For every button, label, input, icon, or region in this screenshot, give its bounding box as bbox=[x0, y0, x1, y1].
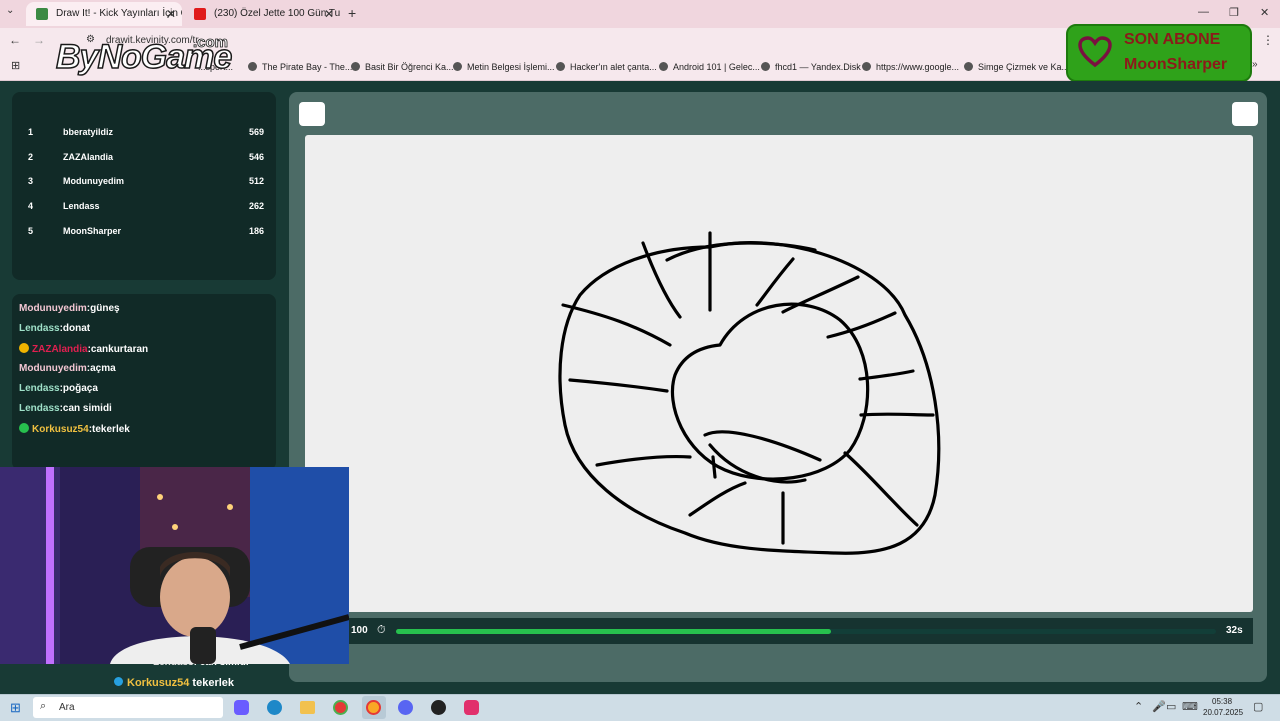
chrome-active-icon[interactable] bbox=[366, 700, 381, 715]
bookmark-item[interactable]: Simge Çizmek ve Ka... bbox=[964, 58, 1069, 76]
search-placeholder: Ara bbox=[59, 702, 75, 713]
close-icon[interactable]: ✕ bbox=[166, 2, 176, 26]
keyboard-icon[interactable]: ⌨ bbox=[1182, 700, 1198, 713]
bookmark-item[interactable]: Basit Bir Öğrenci Ka... bbox=[351, 58, 454, 76]
tab-title: (230) Özel Jette 100 Gün Tutsak... bbox=[214, 8, 340, 19]
badge-icon bbox=[114, 677, 123, 686]
right-tool-button[interactable] bbox=[1232, 102, 1258, 126]
search-icon: ⌕ bbox=[40, 700, 47, 712]
leaderboard-row: 1 bberatyildiz 569 bbox=[28, 127, 264, 137]
chat-message: Modunuyedim:güneş bbox=[19, 303, 120, 314]
badge-icon bbox=[19, 343, 29, 353]
forward-icon[interactable]: → bbox=[33, 33, 45, 47]
taskbar-search-box[interactable]: ⌕ Ara bbox=[33, 697, 223, 718]
apps-icon[interactable]: ⊞ bbox=[11, 59, 20, 72]
leaderboard-row: 2 ZAZAlandia 546 bbox=[28, 152, 264, 162]
bookmark-item[interactable]: https://www.google... bbox=[862, 58, 959, 76]
bookmark-item[interactable]: fhcd1 — Yandex.Disk bbox=[761, 58, 861, 76]
abone-name: MoonSharper bbox=[1124, 56, 1228, 73]
bookmark-item[interactable]: Metin Belgesi İşlemi... bbox=[453, 58, 555, 76]
drawing-canvas[interactable] bbox=[305, 135, 1253, 612]
webcam-feed bbox=[0, 467, 349, 664]
logo-domain: .com bbox=[193, 34, 229, 52]
minimize-icon[interactable]: — bbox=[1198, 6, 1209, 18]
windows-start-icon[interactable]: ⊞ bbox=[10, 700, 21, 716]
tray-chevron-icon[interactable]: ⌃ bbox=[1134, 700, 1143, 713]
obs-icon[interactable] bbox=[431, 700, 446, 715]
windows-taskbar: ⊞ ⌕ Ara ⌃ 🎤 ▭ ⌨ 05:38 20.07.2025 ▢ bbox=[0, 694, 1280, 721]
taskbar-time[interactable]: 05:38 bbox=[1212, 697, 1232, 706]
timer-icon: ⏱ bbox=[377, 624, 386, 636]
menu-icon[interactable]: ⋮ bbox=[1262, 33, 1274, 47]
drawit-favicon-icon bbox=[36, 8, 48, 20]
new-tab-icon[interactable]: + bbox=[348, 5, 356, 21]
youtube-favicon-icon bbox=[194, 8, 206, 20]
restore-icon[interactable]: ❐ bbox=[1229, 6, 1239, 19]
notification-icon[interactable]: ▢ bbox=[1253, 700, 1263, 713]
guess-chat-panel: Modunuyedim:güneş Lendass:donat ZAZAland… bbox=[12, 294, 276, 470]
discord-icon[interactable] bbox=[398, 700, 413, 715]
window-close-icon[interactable]: ✕ bbox=[1260, 6, 1269, 19]
back-icon[interactable]: ← bbox=[9, 33, 21, 47]
bookmark-item[interactable]: The Pirate Bay - The... bbox=[248, 58, 352, 76]
points-label: 100 bbox=[351, 625, 368, 636]
tab-youtube[interactable]: (230) Özel Jette 100 Gün Tutsak... ✕ bbox=[184, 2, 340, 26]
chat-message: Korkusuz54:tekerlek bbox=[19, 423, 130, 435]
stream-chat-message: Korkusuz54 tekerlek bbox=[114, 677, 234, 689]
bookmark-item[interactable]: Hacker'ın alet çanta... bbox=[556, 58, 657, 76]
copilot-icon[interactable] bbox=[234, 700, 249, 715]
time-progress-fill bbox=[396, 629, 831, 634]
tab-drawit[interactable]: Draw It! - Kick Yayınları İçin Çiz... ✕ bbox=[26, 2, 182, 26]
microphone-icon[interactable]: 🎤 bbox=[1152, 700, 1166, 713]
network-icon[interactable]: ▭ bbox=[1166, 700, 1176, 713]
leaderboard-row: 5 MoonSharper 186 bbox=[28, 226, 264, 236]
chrome-icon[interactable] bbox=[333, 700, 348, 715]
edge-icon[interactable] bbox=[267, 700, 282, 715]
bookmark-item[interactable]: Android 101 | Gelec... bbox=[659, 58, 760, 76]
more-bookmarks-icon[interactable]: » bbox=[1252, 59, 1258, 70]
instagram-icon[interactable] bbox=[464, 700, 479, 715]
timer-label: 32s bbox=[1226, 625, 1243, 636]
tab-title: Draw It! - Kick Yayınları İçin Çiz... bbox=[56, 8, 182, 19]
drawing-strokes bbox=[558, 231, 941, 555]
heart-icon bbox=[1078, 36, 1112, 68]
left-tool-button[interactable] bbox=[299, 102, 325, 126]
chat-message: Lendass:can simidi bbox=[19, 403, 112, 414]
taskbar-date[interactable]: 20.07.2025 bbox=[1203, 708, 1243, 717]
chat-message: Modunuyedim:açma bbox=[19, 363, 116, 374]
leaderboard-panel: 1 bberatyildiz 569 2 ZAZAlandia 546 3 Modunuy… bbox=[12, 92, 276, 280]
leaderboard-row: 4 Lendass 262 bbox=[28, 201, 264, 211]
last-subscriber-badge: SON ABONE MoonSharper bbox=[1066, 24, 1252, 82]
close-icon[interactable]: ✕ bbox=[324, 2, 334, 26]
chat-message: Lendass:poğaça bbox=[19, 383, 98, 394]
tab-search-icon[interactable]: ⌄ bbox=[6, 5, 14, 16]
abone-title: SON ABONE bbox=[1124, 31, 1221, 48]
chat-message: Lendass:donat bbox=[19, 323, 91, 334]
badge-icon bbox=[19, 423, 29, 433]
leaderboard-row: 3 Modunuyedim 512 bbox=[28, 176, 264, 186]
file-explorer-icon[interactable] bbox=[300, 701, 315, 714]
time-progress-bar bbox=[396, 629, 1216, 634]
chat-message: ZAZAlandia:cankurtaran bbox=[19, 343, 148, 355]
